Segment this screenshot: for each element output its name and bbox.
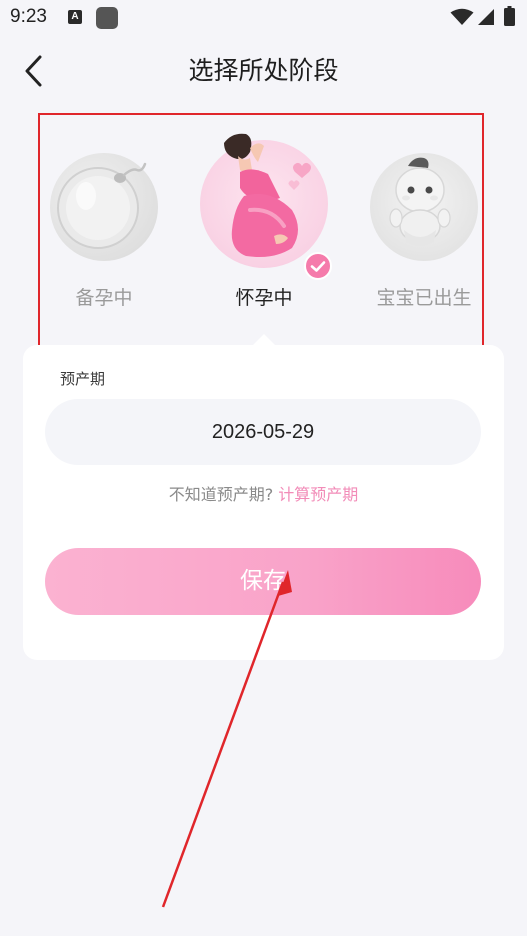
cell-signal-icon — [478, 9, 494, 25]
hint-text: 不知道预产期? — [168, 485, 274, 504]
save-button[interactable]: 保存 — [45, 548, 481, 615]
stage-label: 备孕中 — [75, 287, 133, 309]
baby-icon — [389, 157, 451, 246]
calculate-due-date-link[interactable]: 计算预产期 — [278, 485, 358, 504]
card-pointer — [252, 334, 276, 346]
due-date-hint: 不知道预产期? 计算预产期 — [0, 481, 527, 505]
app-square-icon — [96, 7, 118, 29]
selected-check-icon — [304, 252, 332, 280]
stage-selector: 备孕中 怀孕中 宝宝已出生 — [20, 118, 510, 338]
due-date-label: 预产期 — [60, 370, 106, 388]
battery-icon — [504, 6, 515, 26]
chevron-left-icon — [25, 55, 42, 87]
wifi-icon — [450, 8, 474, 25]
status-bar: 9:23 A — [0, 0, 527, 36]
back-button[interactable] — [18, 52, 54, 92]
stage-label: 怀孕中 — [235, 287, 293, 309]
stage-option-born[interactable]: 宝宝已出生 — [344, 118, 504, 338]
page-title: 选择所处阶段 — [188, 56, 339, 85]
stage-option-pregnant[interactable]: 怀孕中 — [184, 118, 344, 338]
status-time: 9:23 — [10, 6, 47, 27]
due-date-field[interactable]: 2026-05-29 — [45, 399, 481, 465]
a-notification-icon: A — [68, 10, 82, 24]
stage-option-preparing[interactable]: 备孕中 — [24, 118, 184, 338]
egg-sperm-icon — [57, 162, 147, 249]
stage-label: 宝宝已出生 — [376, 287, 472, 309]
